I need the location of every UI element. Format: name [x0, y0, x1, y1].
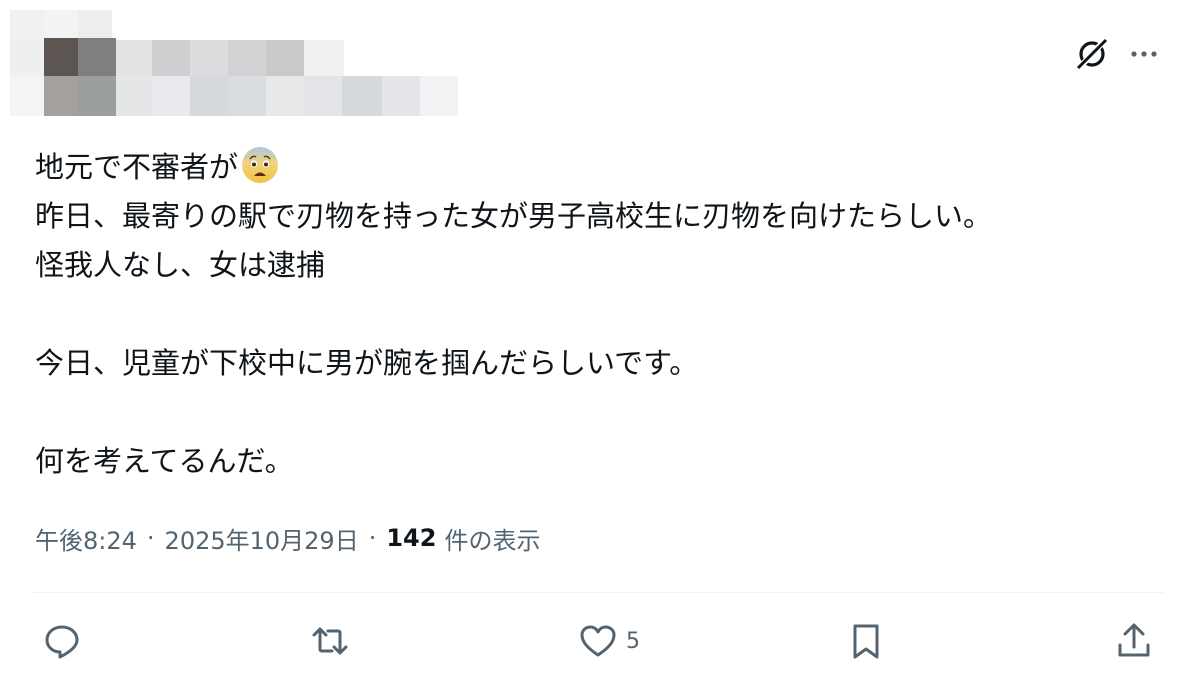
like-count: 5: [626, 628, 640, 654]
post-line: 昨日、最寄りの駅で刃物を持った女が男子高校生に刃物を向けたらしい。: [35, 199, 993, 233]
repost-icon: [312, 627, 348, 655]
share-icon: [1118, 623, 1150, 657]
share-button[interactable]: [1114, 610, 1154, 672]
repost-button[interactable]: [310, 610, 350, 672]
post-line: 何を考えてるんだ。: [35, 444, 294, 478]
heart-icon: [580, 625, 616, 657]
more-icon: [1131, 51, 1157, 57]
divider: [32, 592, 1164, 593]
grok-button[interactable]: [1072, 34, 1112, 74]
action-bar: 5: [0, 610, 1192, 672]
post-time[interactable]: 午後8:24: [35, 521, 137, 556]
blurred-user-info[interactable]: [10, 10, 460, 118]
post-header: [0, 0, 1192, 130]
like-button[interactable]: 5: [578, 610, 640, 672]
bookmark-icon: [853, 624, 879, 659]
post-date[interactable]: 2025年10月29日: [165, 521, 359, 556]
reply-button[interactable]: [42, 610, 82, 672]
reply-icon: [45, 625, 79, 659]
post-line: 今日、児童が下校中に男が腕を掴んだらしいです。: [35, 346, 699, 380]
meta-separator: ·: [368, 524, 377, 552]
views-label: 件の表示: [444, 526, 541, 555]
meta-separator: ·: [146, 524, 155, 552]
views-count: 142: [386, 524, 437, 552]
post-line-text: 地元で不審者が: [35, 150, 239, 184]
post-blank-line: [35, 388, 1175, 437]
bookmark-button[interactable]: [846, 610, 886, 672]
post-blank-line: [35, 290, 1175, 339]
post-body: 地元で不審者が 昨日、最寄りの駅で刃物を持った女が男子高校生に刃物を向けたらしい…: [35, 143, 1175, 486]
post-line: 怪我人なし、女は逮捕: [35, 248, 326, 282]
grok-icon: [1076, 37, 1108, 70]
post-line: 地元で不審者が: [35, 143, 1175, 192]
fearful-face-emoji: [242, 147, 279, 183]
more-options-button[interactable]: [1124, 34, 1164, 74]
post-metadata: 午後8:24 · 2025年10月29日 · 142 件の表示: [35, 518, 540, 558]
